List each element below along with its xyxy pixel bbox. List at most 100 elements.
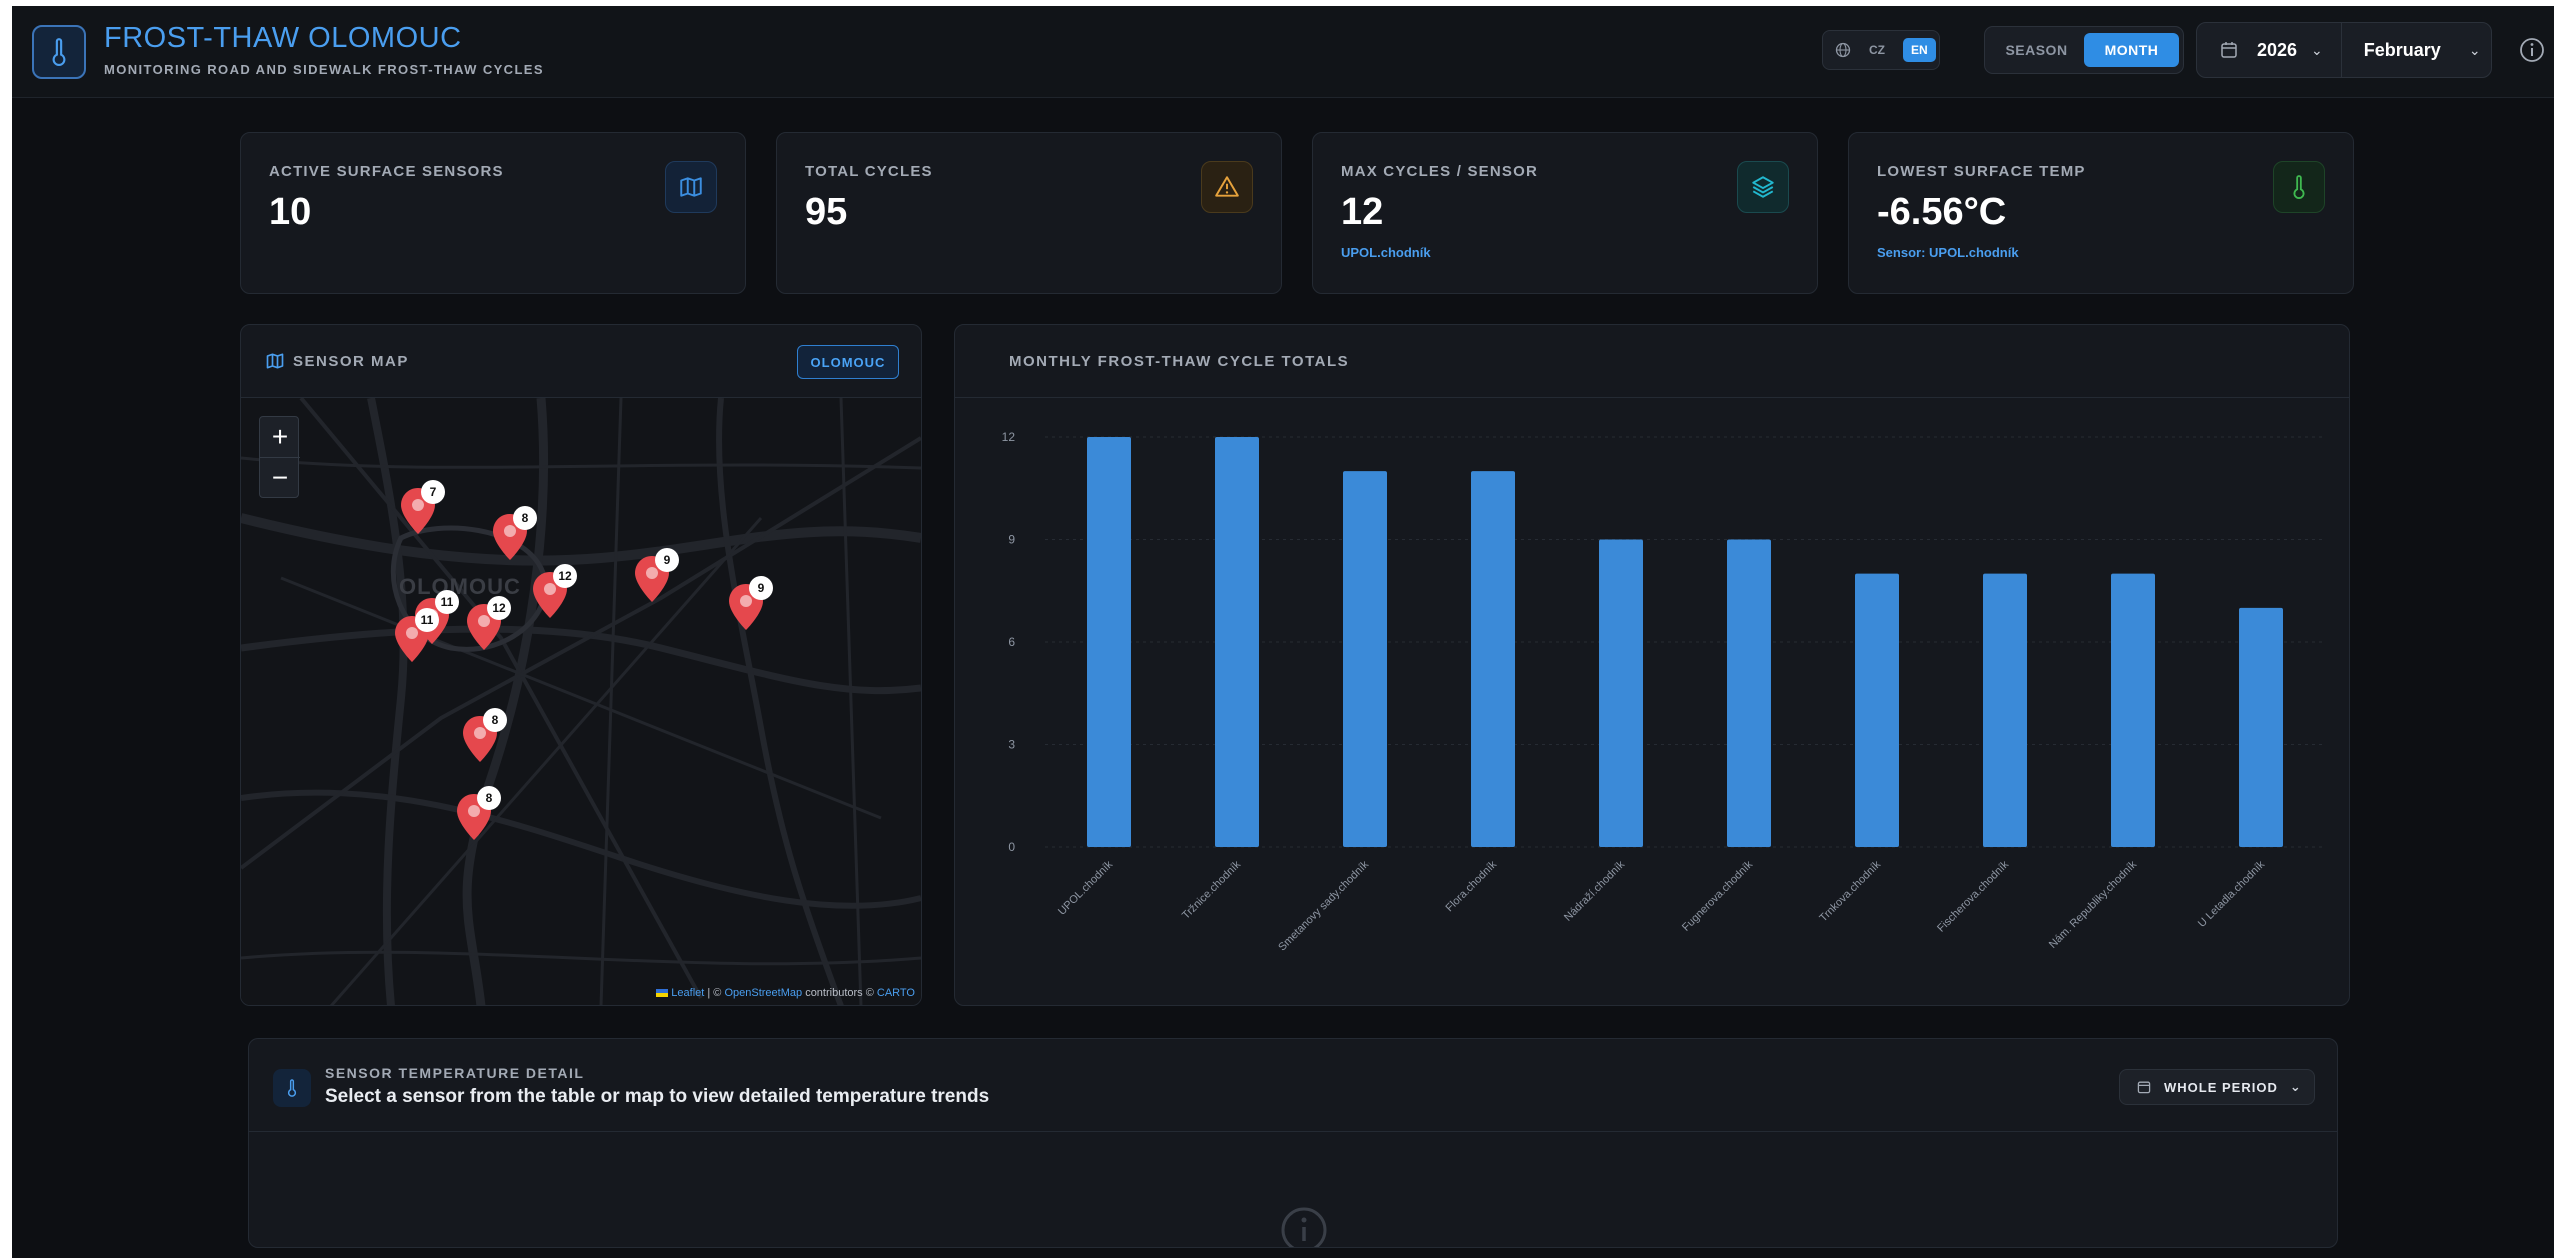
- stat-card-lowest-temp: LOWEST SURFACE TEMP -6.56°C Sensor: UPOL…: [1848, 132, 2354, 294]
- year-select[interactable]: 2026: [2257, 40, 2297, 61]
- lang-en-button[interactable]: EN: [1903, 38, 1936, 62]
- stat-sensor-name: Sensor: UPOL.chodník: [1877, 245, 2019, 260]
- info-icon[interactable]: [2518, 36, 2546, 64]
- thermometer-icon: [2273, 161, 2325, 213]
- chevron-down-icon[interactable]: ⌄: [2469, 42, 2481, 59]
- chart-bar[interactable]: [1599, 539, 1643, 848]
- y-tick-label: 0: [1008, 840, 1015, 854]
- globe-icon: [1835, 42, 1851, 58]
- map-title: SENSOR MAP: [293, 353, 409, 370]
- app-title: FROST-THAW OLOMOUC: [104, 22, 462, 54]
- zoom-in-button[interactable]: +: [260, 417, 300, 457]
- stat-card-max-cycles: MAX CYCLES / SENSOR 12 UPOL.chodník: [1312, 132, 1818, 294]
- marker-count: 8: [477, 786, 501, 810]
- marker-count: 12: [553, 564, 577, 588]
- period-select-label: WHOLE PERIOD: [2164, 1079, 2278, 1095]
- sensor-marker[interactable]: 8: [491, 506, 537, 567]
- divider: [249, 1131, 2337, 1132]
- bar-chart: 0 3 6 9 12 UPOL.chodník Tržnice.chodník Smetano…: [1002, 430, 2325, 953]
- month-mode-button[interactable]: MONTH: [2084, 33, 2179, 67]
- x-tick-label: Trnkova.chodník: [1817, 858, 1883, 924]
- thermometer-logo-icon: [32, 25, 86, 79]
- period-mode-switch: SEASON MONTH: [1984, 26, 2184, 74]
- sensor-marker[interactable]: 9: [633, 548, 679, 609]
- stat-label: ACTIVE SURFACE SENSORS: [269, 163, 504, 180]
- chart-bar[interactable]: [1855, 573, 1899, 847]
- y-tick-label: 9: [1008, 533, 1015, 547]
- leaflet-link[interactable]: Leaflet: [671, 987, 704, 999]
- y-tick-label: 3: [1008, 738, 1015, 752]
- sensor-marker[interactable]: 7: [399, 480, 445, 541]
- chart-bar[interactable]: [1983, 573, 2027, 847]
- warning-icon: [1201, 161, 1253, 213]
- thermometer-icon: [273, 1069, 311, 1107]
- map-canvas[interactable]: OLOMOUC + − 7 8 12 9 9 11 11 12 8 8 Leaf…: [241, 397, 921, 1005]
- sensor-marker[interactable]: 8: [455, 786, 501, 847]
- lang-cz-button[interactable]: CZ: [1861, 38, 1893, 62]
- attribution-text: contributors ©: [805, 987, 874, 999]
- chart-bar[interactable]: [2239, 607, 2283, 847]
- divider: [2340, 22, 2342, 78]
- stat-card-total-cycles: TOTAL CYCLES 95: [776, 132, 1282, 294]
- x-tick-label: Nádraží.chodník: [1562, 858, 1627, 923]
- header-bar: FROST-THAW OLOMOUC MONITORING ROAD AND S…: [12, 6, 2554, 98]
- stat-sensor-name: UPOL.chodník: [1341, 245, 1431, 260]
- chevron-down-icon: ⌄: [2289, 1079, 2302, 1094]
- chart-bar[interactable]: [1087, 437, 1131, 847]
- language-switch: CZ EN: [1822, 30, 1940, 70]
- month-select[interactable]: February: [2364, 40, 2441, 61]
- marker-count: 9: [749, 576, 773, 600]
- detail-title: SENSOR TEMPERATURE DETAIL: [325, 1065, 585, 1081]
- stat-value: 95: [805, 191, 848, 233]
- sensor-map-panel: SENSOR MAP OLOMOUC OLOMOUC + − 7 8 12 9 …: [240, 324, 922, 1006]
- cycle-totals-chart-panel: MONTHLY FROST-THAW CYCLE TOTALS 0 3 6 9 12 UP…: [954, 324, 2350, 1006]
- carto-link[interactable]: CARTO: [877, 987, 915, 999]
- osm-link[interactable]: OpenStreetMap: [724, 987, 802, 999]
- sensor-marker[interactable]: 12: [465, 596, 511, 657]
- sensor-marker[interactable]: 8: [461, 708, 507, 769]
- zoom-out-button[interactable]: −: [260, 457, 300, 497]
- period-select[interactable]: WHOLE PERIOD ⌄: [2119, 1069, 2315, 1105]
- chart-bar[interactable]: [1215, 437, 1259, 847]
- x-tick-label: Smetanovy sady.chodník: [1276, 858, 1371, 953]
- sensor-detail-panel: SENSOR TEMPERATURE DETAIL Select a senso…: [248, 1038, 2338, 1248]
- x-tick-label: UPOL.chodník: [1056, 858, 1115, 917]
- marker-count: 9: [655, 548, 679, 572]
- chart-bar[interactable]: [1727, 539, 1771, 848]
- marker-count: 11: [415, 608, 439, 632]
- calendar-icon: [2137, 1081, 2151, 1094]
- calendar-icon: [2221, 42, 2237, 58]
- chart-bar[interactable]: [1343, 471, 1387, 847]
- marker-count: 11: [435, 590, 459, 614]
- stat-label: LOWEST SURFACE TEMP: [1877, 163, 2086, 180]
- marker-count: 7: [421, 480, 445, 504]
- x-tick-label: U Letadla.chodník: [2196, 858, 2268, 930]
- season-mode-button[interactable]: SEASON: [1989, 33, 2084, 67]
- stat-value: -6.56°C: [1877, 191, 2007, 233]
- map-attribution: Leaflet | © OpenStreetMap contributors ©…: [656, 987, 915, 999]
- app-subtitle: MONITORING ROAD AND SIDEWALK FROST-THAW …: [104, 62, 544, 77]
- stat-value: 12: [1341, 191, 1384, 233]
- layers-icon: [1737, 161, 1789, 213]
- chart-title: MONTHLY FROST-THAW CYCLE TOTALS: [1009, 353, 1350, 370]
- stat-card-active-sensors: ACTIVE SURFACE SENSORS 10: [240, 132, 746, 294]
- stat-label: TOTAL CYCLES: [805, 163, 933, 180]
- ukraine-flag-icon: [656, 989, 669, 998]
- chevron-down-icon[interactable]: ⌄: [2311, 42, 2323, 59]
- map-zoom-control: + −: [259, 416, 300, 498]
- date-selector: 2026 ⌄ February ⌄: [2196, 22, 2492, 78]
- detail-subtitle: Select a sensor from the table or map to…: [325, 1086, 990, 1107]
- x-tick-label: Flora.chodník: [1444, 858, 1500, 914]
- info-icon: [1281, 1207, 1327, 1247]
- sensor-marker[interactable]: 11: [393, 608, 439, 669]
- x-tick-label: Fischerova.chodník: [1935, 858, 2011, 934]
- y-tick-label: 6: [1008, 635, 1015, 649]
- chart-bar[interactable]: [1471, 471, 1515, 847]
- chart-bar[interactable]: [2111, 573, 2155, 847]
- sensor-marker[interactable]: 12: [531, 564, 577, 625]
- x-tick-label: Tržnice.chodník: [1180, 858, 1243, 921]
- marker-count: 8: [483, 708, 507, 732]
- marker-count: 8: [513, 506, 537, 530]
- x-tick-label: Nám. Republiky.chodník: [2047, 858, 2140, 951]
- sensor-marker[interactable]: 9: [727, 576, 773, 637]
